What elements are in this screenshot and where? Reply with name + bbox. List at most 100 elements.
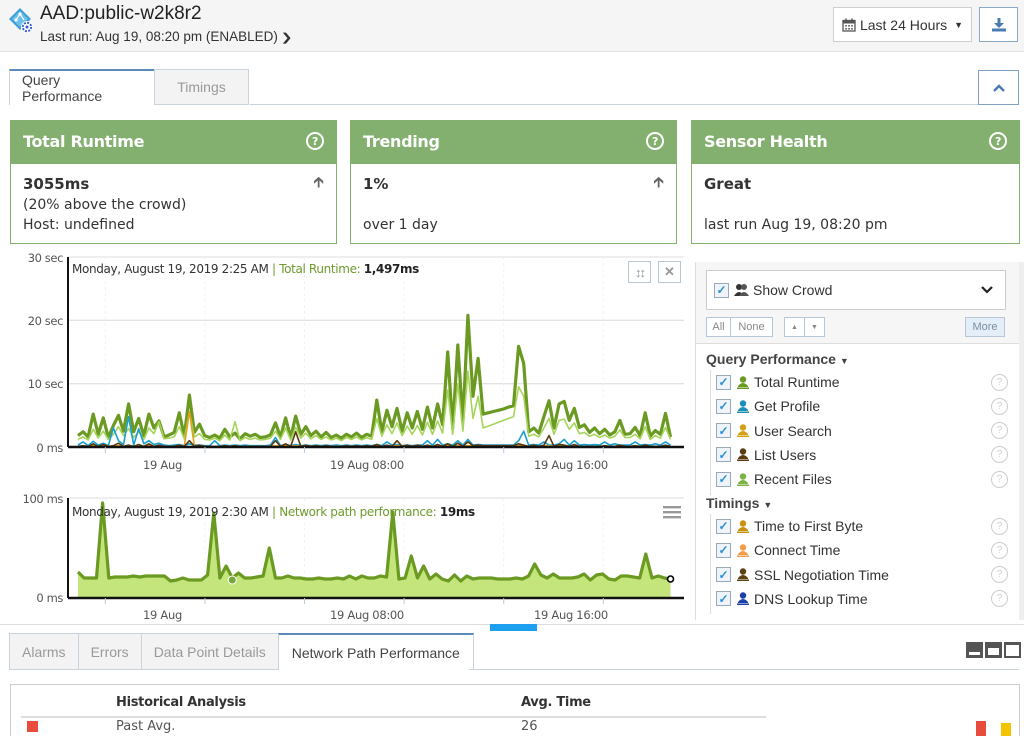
historical-table: Historical Analysis Avg. Time Past Avg. … <box>10 684 1020 736</box>
series-line-recent-files[interactable] <box>77 370 672 442</box>
legend-panel: ✓ Show Crowd All None ▲ ▼ More Query Per… <box>695 262 1024 620</box>
help-icon[interactable]: ? <box>306 132 324 150</box>
card-title: Trending <box>363 132 440 151</box>
tab-query-performance[interactable]: Query Performance <box>9 69 155 105</box>
half-panel-button[interactable] <box>985 642 1002 658</box>
reset-zoom-button[interactable]: ↕↕ <box>628 261 651 283</box>
card-total-runtime: Total Runtime? 3055ms (20% above the cro… <box>10 120 337 244</box>
help-icon[interactable]: ? <box>991 517 1008 535</box>
person-icon <box>737 519 749 533</box>
chart-menu-button[interactable] <box>663 505 681 519</box>
last-run-dropdown[interactable]: Last run: Aug 19, 08:20 pm (ENABLED) ❯ <box>40 29 292 44</box>
help-icon[interactable]: ? <box>991 397 1008 415</box>
legend-item[interactable]: ✓ Recent Files? <box>716 468 1016 490</box>
legend-checkbox[interactable]: ✓ <box>716 591 731 607</box>
tab-data-point-details[interactable]: Data Point Details <box>140 633 279 670</box>
legend-item[interactable]: ✓ DNS Lookup Time? <box>716 588 1016 610</box>
select-none-button[interactable]: None <box>730 317 773 337</box>
past-avg-swatch <box>27 721 38 732</box>
group-title: Timings <box>706 495 760 511</box>
close-chart-button[interactable]: ✕ <box>658 261 681 283</box>
more-button[interactable]: More <box>965 317 1005 337</box>
help-icon[interactable]: ? <box>991 373 1008 391</box>
group-query-performance[interactable]: Query Performance ▼ <box>706 351 849 367</box>
tab-timings[interactable]: Timings <box>154 69 249 105</box>
close-icon: ✕ <box>664 264 675 279</box>
legend-item[interactable]: ✓ Total Runtime? <box>716 371 1016 393</box>
legend-checkbox[interactable]: ✓ <box>716 567 731 583</box>
panel-size-controls <box>966 642 1021 658</box>
y-tick-label: 10 sec <box>27 377 64 391</box>
help-icon[interactable]: ? <box>991 446 1008 464</box>
chevron-up-icon <box>992 83 1005 92</box>
legend-checkbox[interactable]: ✓ <box>716 423 731 439</box>
header-divider <box>21 716 766 718</box>
hover-marker <box>227 575 237 585</box>
show-crowd-dropdown[interactable]: ✓ Show Crowd <box>706 270 1006 310</box>
tab-alarms[interactable]: Alarms <box>9 633 79 670</box>
download-icon <box>991 17 1006 31</box>
legend-item[interactable]: ✓ Time to First Byte? <box>716 515 1016 537</box>
legend-toolbar: ✓ Show Crowd All None ▲ ▼ More <box>696 262 1021 344</box>
person-icon <box>737 544 749 557</box>
legend-label: Time to First Byte <box>754 518 864 534</box>
sensor-title: AAD:public-w2k8r2 <box>40 3 202 24</box>
row-value: 26 <box>521 719 538 734</box>
minimize-panel-button[interactable] <box>966 642 983 658</box>
legend-label: DNS Lookup Time <box>754 590 868 607</box>
select-all-button[interactable]: All <box>706 317 731 337</box>
collapse-button[interactable] <box>978 70 1019 105</box>
legend-item[interactable]: ✓ Get Profile? <box>716 395 1016 417</box>
person-icon <box>737 375 749 389</box>
splitter-handle[interactable] <box>490 624 537 631</box>
move-up-button[interactable]: ▲ <box>784 317 805 337</box>
app-sensor-icon <box>9 8 33 33</box>
maximize-panel-button[interactable] <box>1004 642 1021 658</box>
help-icon[interactable]: ? <box>989 132 1007 150</box>
caret-down-icon: ▼ <box>954 19 964 30</box>
x-tick-label: 19 Aug <box>143 458 182 472</box>
panel-scrollbar[interactable] <box>1019 262 1024 620</box>
legend-checkbox[interactable]: ✓ <box>716 471 731 487</box>
legend-item[interactable]: ✓ Connect Time? <box>716 539 1016 561</box>
arrow-up-icon: 🡱 <box>653 173 664 191</box>
card-sensor-health: Sensor Health? Great last run Aug 19, 08… <box>691 120 1020 244</box>
time-range-dropdown[interactable]: Last 24 Hours ▼ <box>833 7 972 42</box>
legend-checkbox[interactable]: ✓ <box>716 447 731 463</box>
person-icon <box>737 448 749 462</box>
legend-item[interactable]: ✓ User Search? <box>716 420 1016 442</box>
legend-label: Get Profile <box>754 398 821 415</box>
last-point-marker <box>666 575 675 583</box>
caret-down-icon: ▼ <box>839 356 849 366</box>
legend-checkbox[interactable]: ✓ <box>716 542 731 558</box>
help-icon[interactable]: ? <box>991 470 1008 488</box>
show-crowd-checkbox[interactable]: ✓ <box>714 282 729 298</box>
help-icon[interactable]: ? <box>991 541 1008 559</box>
hamburger-icon <box>663 506 681 519</box>
tab-network-path-performance[interactable]: Network Path Performance <box>277 633 474 670</box>
y-tick-label: 0 ms <box>36 591 63 605</box>
legend-item[interactable]: ✓ List Users? <box>716 444 1016 466</box>
legend-checkbox[interactable]: ✓ <box>716 518 731 534</box>
tab-errors[interactable]: Errors <box>77 633 142 670</box>
query-performance-chart[interactable] <box>66 255 686 455</box>
chart-tooltip: Monday, August 19, 2019 2:25 AM | Total … <box>72 262 419 276</box>
help-icon[interactable]: ? <box>646 132 664 150</box>
group-timings[interactable]: Timings ▼ <box>706 495 772 511</box>
legend-checkbox[interactable]: ✓ <box>716 374 731 390</box>
help-icon[interactable]: ? <box>991 422 1008 440</box>
legend-item[interactable]: ✓ SSL Negotiation Time? <box>716 564 1016 586</box>
tab-divider <box>250 104 978 105</box>
move-down-button[interactable]: ▼ <box>804 317 825 337</box>
tooltip-date: Monday, August 19, 2019 2:30 AM <box>72 505 269 519</box>
series-line-total-runtime[interactable] <box>77 313 673 441</box>
vertical-arrows-icon: ↕↕ <box>635 264 646 280</box>
tooltip-date: Monday, August 19, 2019 2:25 AM <box>72 262 269 276</box>
group-line <box>710 370 711 495</box>
legend-checkbox[interactable]: ✓ <box>716 398 731 414</box>
person-icon <box>737 592 749 606</box>
help-icon[interactable]: ? <box>991 566 1008 584</box>
download-button[interactable] <box>979 7 1018 42</box>
help-icon[interactable]: ? <box>991 590 1008 608</box>
mini-bar-yellow <box>1001 723 1011 736</box>
